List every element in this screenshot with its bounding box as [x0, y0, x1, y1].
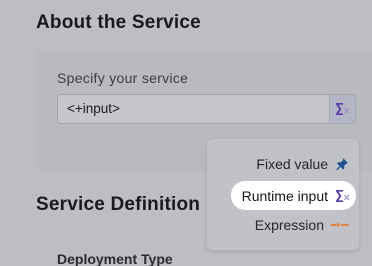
deployment-type-label: Deployment Type	[57, 251, 173, 266]
service-field-label: Specify your service	[57, 70, 189, 86]
menu-item-label: Fixed value	[256, 156, 328, 172]
pin-icon	[335, 157, 349, 171]
service-definition-title: Service Definition	[36, 194, 201, 215]
runtime-input-icon	[335, 189, 351, 203]
expression-icon	[331, 221, 349, 229]
menu-item-runtime-input[interactable]: Runtime input	[231, 181, 356, 210]
service-input[interactable]: <+input>	[57, 94, 330, 124]
about-service-title: About the Service	[36, 12, 201, 33]
menu-item-fixed-value[interactable]: Fixed value	[246, 151, 353, 177]
menu-item-label: Runtime input	[241, 187, 328, 204]
input-type-menu: Fixed value Runtime input Expression	[207, 139, 359, 250]
menu-item-expression[interactable]: Expression	[245, 212, 353, 238]
input-type-toggle-button[interactable]	[330, 94, 356, 124]
menu-item-label: Expression	[254, 217, 324, 233]
runtime-input-icon	[335, 102, 351, 116]
